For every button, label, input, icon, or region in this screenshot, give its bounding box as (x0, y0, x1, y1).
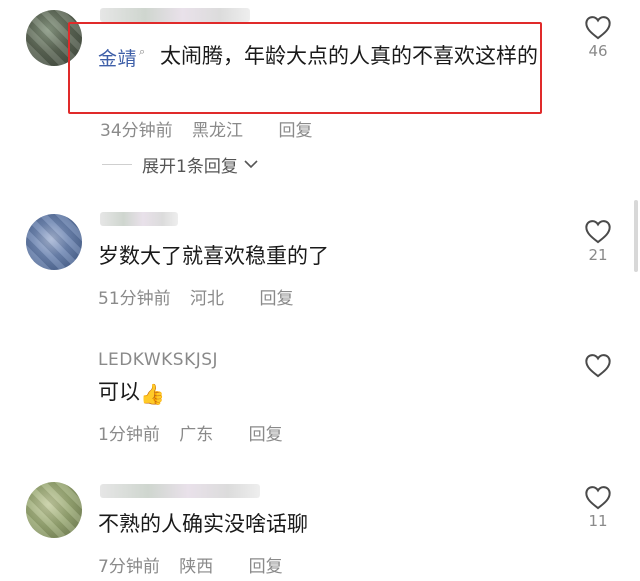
like-count: 46 (588, 42, 608, 60)
comment-text: 不熟的人确实没啥话聊 (98, 512, 308, 536)
heart-outline-icon (585, 220, 611, 244)
scrollbar[interactable] (634, 200, 638, 272)
reply-button[interactable]: 回复 (249, 425, 283, 445)
like-button[interactable]: 11 (578, 484, 618, 530)
comment-text: 可以👍 (98, 376, 518, 410)
username-blur (100, 212, 178, 226)
thumbs-up-emoji: 👍 (140, 382, 165, 406)
comment-location: 陕西 (179, 557, 214, 577)
comment-username[interactable]: LEDKWKSKJSJ (98, 350, 218, 370)
reply-button[interactable]: 回复 (278, 121, 312, 141)
comment-meta: 51分钟前 河北 回复 (98, 284, 307, 309)
username-blur (100, 8, 250, 22)
comment-time: 34分钟前 (100, 121, 173, 141)
reply-button[interactable]: 回复 (259, 289, 293, 309)
comment-text: 岁数大了就喜欢稳重的了 (98, 244, 329, 268)
comment-time: 7分钟前 (98, 557, 160, 577)
like-count: 11 (588, 512, 608, 530)
comment-meta: 7分钟前 陕西 回复 (98, 552, 297, 577)
expand-replies-label: 展开1条回复 (142, 157, 238, 177)
heart-outline-icon (585, 16, 611, 40)
heart-outline-icon (585, 486, 611, 510)
like-button[interactable]: 21 (578, 218, 618, 264)
expand-replies-button[interactable]: 展开1条回复 (102, 152, 258, 177)
comment-location: 河北 (190, 289, 225, 309)
highlight-box (68, 22, 542, 114)
comment-meta: 34分钟前 黑龙江 回复 (100, 116, 326, 141)
divider (102, 164, 132, 165)
comment-location: 黑龙江 (192, 121, 244, 141)
chevron-down-icon (244, 157, 258, 173)
like-button[interactable] (578, 352, 618, 380)
avatar[interactable] (26, 482, 82, 538)
like-count: 21 (588, 246, 608, 264)
heart-outline-icon (585, 354, 611, 378)
avatar[interactable] (26, 214, 82, 270)
comment-meta: 1分钟前 广东 回复 (98, 420, 297, 445)
username-blur (100, 484, 260, 498)
comment-location: 广东 (179, 425, 214, 445)
like-button[interactable]: 46 (578, 14, 618, 60)
comment-time: 1分钟前 (98, 425, 160, 445)
comment-time: 51分钟前 (98, 289, 171, 309)
reply-button[interactable]: 回复 (249, 557, 283, 577)
